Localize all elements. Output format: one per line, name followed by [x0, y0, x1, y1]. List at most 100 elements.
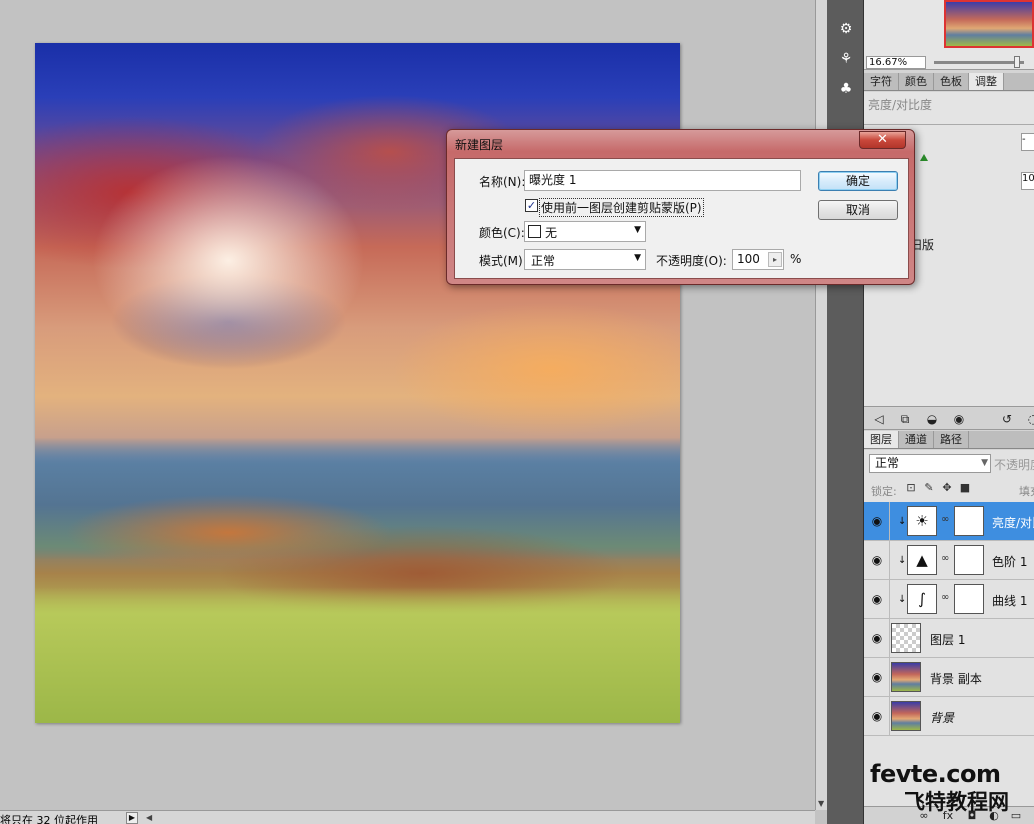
scroll-down-arrow-icon[interactable]: ▼: [818, 799, 824, 808]
clone-source-icon[interactable]: ⚘: [835, 48, 857, 70]
watermark-logo: fevte.com 飞特教程网: [870, 760, 1034, 820]
blend-mode-select[interactable]: 正常 ▼: [869, 454, 991, 473]
close-button[interactable]: ✕: [859, 131, 906, 149]
divider: [889, 541, 890, 580]
chevron-down-icon: ▼: [981, 458, 988, 468]
layer-row[interactable]: ◉ ↓ ▲ ∞ 色阶 1: [864, 541, 1034, 580]
layer-row[interactable]: ◉ ↓ ∫ ∞ 曲线 1: [864, 580, 1034, 619]
vertical-scrollbar[interactable]: ▼: [815, 0, 827, 810]
adjustment-title: 亮度/对比度: [868, 98, 933, 112]
visibility-eye-icon[interactable]: ◉: [868, 670, 886, 684]
contrast-value-field[interactable]: 10: [1021, 172, 1034, 190]
layer-thumbnail[interactable]: [891, 623, 921, 653]
opacity-input[interactable]: 100 ▸: [732, 249, 784, 270]
opacity-slider-arrow-icon[interactable]: ▸: [768, 252, 782, 267]
name-label: 名称(N):: [479, 175, 526, 189]
clip-mask-label[interactable]: 使用前一图层创建剪贴蒙版(P): [539, 198, 704, 217]
visibility-eye-icon[interactable]: ◉: [868, 709, 886, 723]
panel-dock: 16.67% 字符 颜色 色板 调整 亮度/对比度 - 10 旧版 ◁ ⧉ ◒ …: [864, 0, 1034, 824]
layer-name[interactable]: 曲线 1: [992, 592, 1027, 609]
status-text: 将只在 32 位起作用: [0, 814, 98, 824]
adjust-panel-tabs: 字符 颜色 色板 调整: [864, 73, 1034, 91]
layer-row[interactable]: ◉ ↓ ☀ ∞ 亮度/对比度 1: [864, 502, 1034, 541]
fill-label: 填充: [1019, 485, 1034, 498]
reset-icon[interactable]: ↺: [998, 410, 1016, 428]
clip-mask-checkbox[interactable]: ✓: [525, 199, 538, 212]
layer-name[interactable]: 背景: [930, 709, 954, 726]
clip-arrow-icon: ↓: [898, 516, 907, 527]
navigator-slider-thumb[interactable]: [1014, 56, 1020, 68]
stamp-icon[interactable]: ♣: [835, 78, 857, 100]
layer-name[interactable]: 图层 1: [930, 631, 965, 648]
divider: [889, 580, 890, 619]
divider: [864, 124, 1034, 125]
chevron-down-icon: ▼: [634, 225, 641, 235]
clip-to-layer-icon[interactable]: ◒: [923, 410, 941, 428]
slider-marker-icon[interactable]: [920, 154, 928, 161]
adjustments-toolbar: ◁ ⧉ ◒ ◉ ↺ ◌: [864, 408, 1034, 430]
navigator-zoom-field[interactable]: 16.67%: [866, 56, 926, 69]
document-workspace: [0, 0, 815, 810]
color-select[interactable]: 无 ▼: [524, 221, 646, 242]
cancel-button[interactable]: 取消: [818, 200, 898, 220]
link-icon[interactable]: ∞: [941, 553, 949, 564]
link-icon[interactable]: ∞: [941, 514, 949, 525]
mode-label: 模式(M):: [479, 254, 527, 268]
navigator-zoom-slider[interactable]: [934, 61, 1024, 64]
tab-color[interactable]: 颜色: [899, 73, 934, 90]
expand-view-icon[interactable]: ⧉: [896, 410, 914, 428]
layer-name[interactable]: 背景 副本: [930, 670, 982, 687]
navigator-panel: 16.67%: [864, 0, 1034, 70]
brightness-value-field[interactable]: -: [1021, 133, 1034, 151]
layer-opacity-label: 不透明度: [994, 458, 1034, 472]
lock-paint-icon[interactable]: ✎: [922, 481, 936, 495]
layer-name[interactable]: 亮度/对比度 1: [992, 514, 1034, 531]
layer-row[interactable]: ◉ 背景 副本: [864, 658, 1034, 697]
percent-unit: %: [790, 252, 802, 266]
layer-row[interactable]: ◉ 图层 1: [864, 619, 1034, 658]
visibility-eye-icon[interactable]: ◉: [950, 410, 968, 428]
layer-thumbnail[interactable]: [891, 701, 921, 731]
tab-channels[interactable]: 通道: [899, 431, 934, 448]
blend-mode-dropdown[interactable]: 正常 ▼: [524, 249, 646, 270]
levels-icon[interactable]: ▲: [907, 545, 937, 575]
layer-mask-thumbnail[interactable]: [954, 584, 984, 614]
lock-position-icon[interactable]: ✥: [940, 481, 954, 495]
layer-mask-thumbnail[interactable]: [954, 506, 984, 536]
tab-paths[interactable]: 路径: [934, 431, 969, 448]
layer-thumbnail[interactable]: [891, 662, 921, 692]
ok-button[interactable]: 确定: [818, 171, 898, 191]
layer-name[interactable]: 色阶 1: [992, 553, 1027, 570]
color-label: 颜色(C):: [479, 226, 525, 240]
tab-character[interactable]: 字符: [864, 73, 899, 90]
divider: [889, 619, 890, 658]
visibility-eye-icon[interactable]: ◉: [868, 553, 886, 567]
opacity-label: 不透明度(O):: [656, 254, 727, 268]
lock-transparency-icon[interactable]: ⊡: [904, 481, 918, 495]
tab-adjustments[interactable]: 调整: [969, 73, 1004, 90]
lock-all-icon[interactable]: ■: [958, 481, 972, 495]
back-arrow-icon[interactable]: ◁: [870, 410, 888, 428]
layer-name-input[interactable]: 曝光度 1: [524, 170, 801, 191]
status-menu-arrow-icon[interactable]: ▶: [126, 812, 138, 824]
watermark-line1: fevte.com: [870, 760, 1001, 788]
brightness-icon[interactable]: ☀: [907, 506, 937, 536]
layer-mask-thumbnail[interactable]: [954, 545, 984, 575]
scroll-left-arrow-icon[interactable]: ◀: [146, 813, 152, 822]
divider: [889, 658, 890, 697]
link-icon[interactable]: ∞: [941, 592, 949, 603]
color-value: 无: [545, 226, 558, 240]
visibility-eye-icon[interactable]: ◉: [868, 514, 886, 528]
color-swatch: [528, 225, 541, 238]
chevron-down-icon: ▼: [634, 253, 641, 263]
tab-layers[interactable]: 图层: [864, 431, 899, 448]
curves-icon[interactable]: ∫: [907, 584, 937, 614]
watermark-line2: 飞特教程网: [904, 790, 1009, 814]
navigator-thumbnail[interactable]: [944, 0, 1034, 48]
visibility-eye-icon[interactable]: ◉: [868, 592, 886, 606]
visibility-eye-icon[interactable]: ◉: [868, 631, 886, 645]
brush-settings-icon[interactable]: ⚙: [835, 18, 857, 40]
delete-icon[interactable]: ◌: [1024, 410, 1034, 428]
tab-swatches[interactable]: 色板: [934, 73, 969, 90]
layer-row[interactable]: ◉ 背景: [864, 697, 1034, 736]
